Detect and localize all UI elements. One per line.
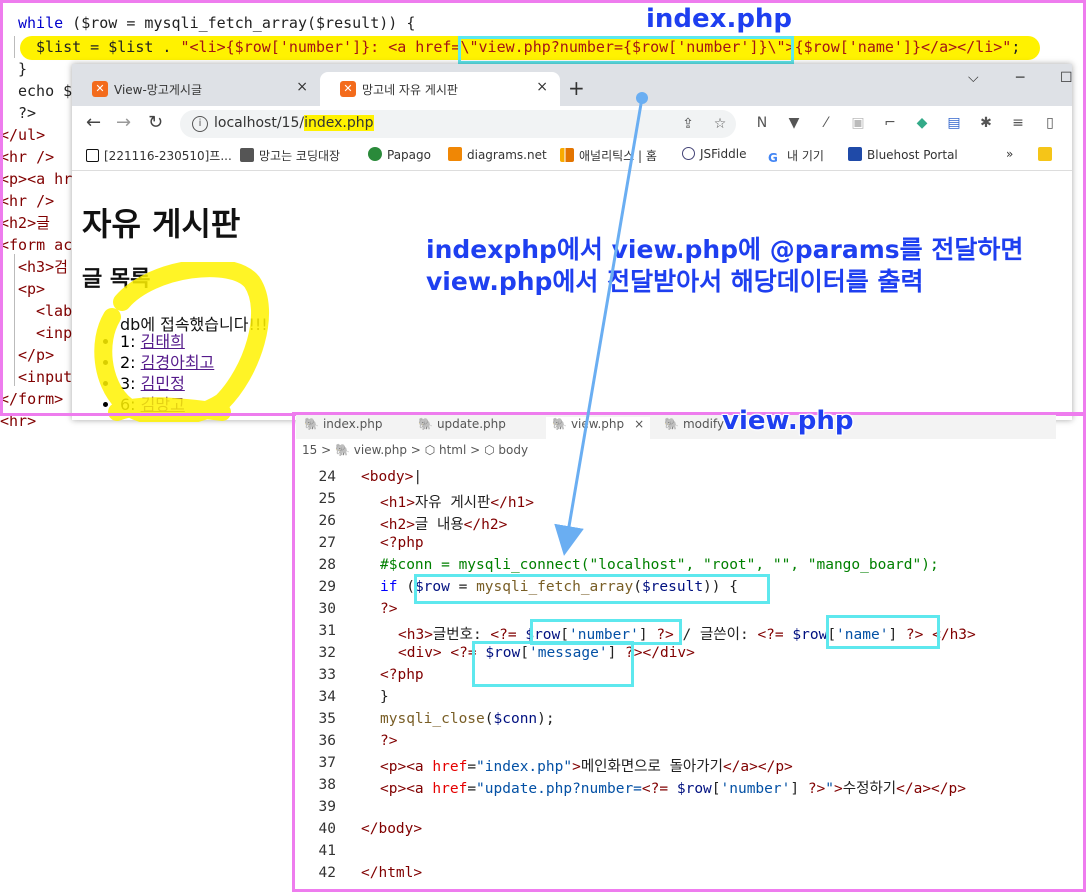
view-php-label: view.php	[722, 406, 854, 436]
view-frame	[292, 412, 1086, 892]
index-frame	[0, 0, 1086, 416]
